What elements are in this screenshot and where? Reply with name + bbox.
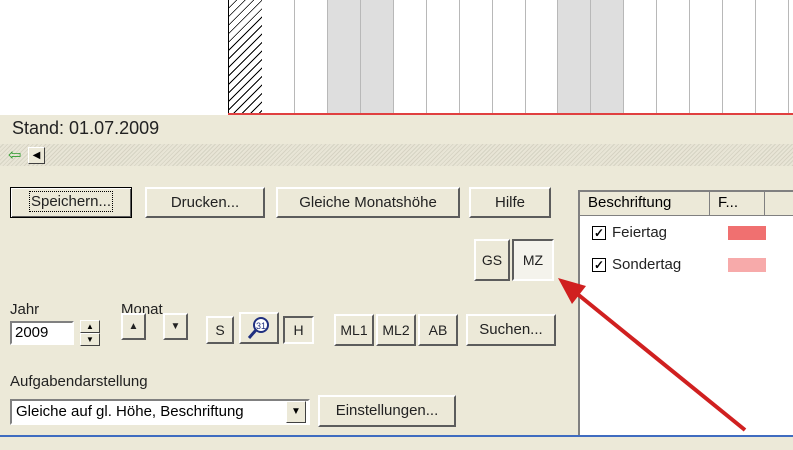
s-button-label: S (215, 322, 225, 338)
ml2-button[interactable]: ML2 (376, 314, 416, 346)
zoom-icon: 31 (247, 317, 269, 339)
column-header-label[interactable]: Beschriftung (580, 192, 710, 216)
spin-down-icon[interactable]: ▼ (80, 333, 100, 346)
arrow-down-icon: ▼ (170, 321, 181, 332)
h-button-label: H (293, 322, 304, 338)
year-spinner[interactable]: ▲ ▼ (80, 320, 100, 346)
back-arrow-icon[interactable]: ⇦ (8, 148, 21, 164)
task-display-label: Aufgabendarstellung (10, 373, 148, 390)
h-button[interactable]: H (283, 316, 314, 344)
legend-item-label: Feiertag (612, 224, 668, 241)
print-button[interactable]: Drucken... (145, 187, 265, 218)
help-button[interactable]: Hilfe (469, 187, 551, 218)
search-button-label: Suchen... (479, 321, 543, 338)
arrow-up-icon: ▲ (128, 321, 139, 332)
mz-button-label: MZ (522, 252, 544, 268)
ab-button[interactable]: AB (418, 314, 458, 346)
ml2-button-label: ML2 (382, 322, 410, 338)
annotation-arrow-icon (558, 278, 747, 432)
calendar-strip (0, 0, 793, 115)
ml1-button-label: ML1 (340, 322, 368, 338)
year-field[interactable]: 2009 (10, 321, 74, 345)
settings-button[interactable]: Einstellungen... (318, 395, 456, 427)
same-month-height-label: Gleiche Monatshöhe (299, 194, 437, 211)
scroll-left-icon[interactable]: ◀ (28, 147, 45, 164)
settings-button-label: Einstellungen... (335, 402, 439, 419)
hatched-day-column (228, 0, 262, 113)
color-swatch-feiertag (728, 226, 766, 240)
ml1-button[interactable]: ML1 (334, 314, 374, 346)
checkbox-feiertag[interactable]: ✓ (592, 226, 606, 240)
task-display-select[interactable]: Gleiche auf gl. Höhe, Beschriftung (10, 399, 310, 425)
gs-button-label: GS (481, 252, 503, 268)
save-button[interactable]: Speichern... (10, 187, 132, 218)
calendar-baseline (228, 113, 793, 115)
gs-button[interactable]: GS (474, 239, 510, 281)
year-label: Jahr (10, 301, 40, 318)
same-month-height-button[interactable]: Gleiche Monatshöhe (276, 187, 460, 218)
spin-up-icon[interactable]: ▲ (80, 320, 100, 333)
month-up-button[interactable]: ▲ (121, 313, 146, 340)
help-button-label: Hilfe (494, 194, 525, 211)
task-display-value: Gleiche auf gl. Höhe, Beschriftung (16, 403, 244, 420)
status-date: Stand: 01.07.2009 (12, 118, 160, 138)
bottom-area (0, 437, 793, 450)
ab-button-label: AB (428, 322, 448, 338)
month-down-button[interactable]: ▼ (163, 313, 188, 340)
svg-text:31: 31 (256, 321, 266, 331)
dropdown-icon[interactable]: ▼ (286, 401, 306, 423)
column-header-empty (765, 192, 793, 216)
zoom-button[interactable]: 31 (239, 312, 279, 344)
column-header-color[interactable]: F... (710, 192, 765, 216)
s-button[interactable]: S (206, 316, 234, 344)
navigation-bar (0, 144, 793, 166)
save-button-label: Speichern... (28, 191, 114, 212)
print-button-label: Drucken... (170, 194, 240, 211)
